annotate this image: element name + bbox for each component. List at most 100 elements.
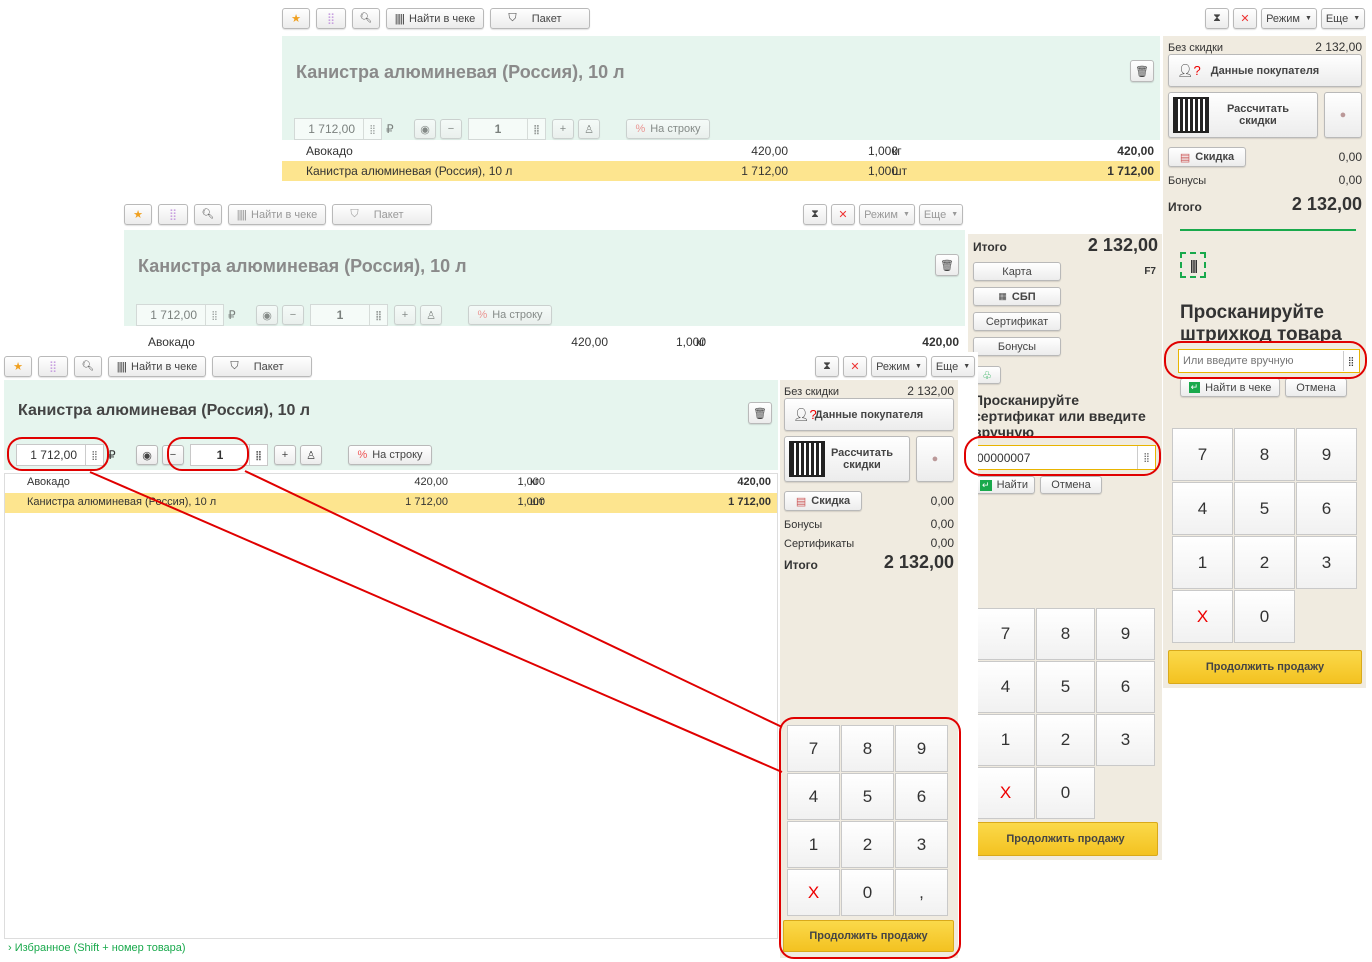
delete-button[interactable]: 🗑︎ [935,254,959,276]
find-in-receipt-button[interactable]: ||||| Найти в чеке [386,8,484,29]
more-button[interactable]: Еще ▼ [1321,8,1365,29]
receipt-row[interactable]: Авокадо 420,00 1,000 кг 420,00 [282,141,1160,161]
keypad-key-2[interactable]: 2 [841,821,894,868]
receipt-row[interactable]: Авокадо 420,00 1,000 кг 420,00 [124,332,965,352]
decrease-button[interactable]: − [162,445,184,465]
barcode-input[interactable] [1178,349,1360,373]
price-input[interactable]: 1 712,00 ⣿ [136,304,224,326]
package-button[interactable]: ⛉ Пакет [212,356,312,377]
search-button[interactable]: 🔍︎ [194,204,222,225]
keypad-key-7[interactable]: 7 [1172,428,1233,481]
keypad-key-clear[interactable]: X [787,869,840,916]
mode-button[interactable]: Режим ▼ [871,356,927,377]
manual-discount-button[interactable]: ● [916,436,954,482]
certificate-input[interactable]: 00000007 ⣿ [970,445,1156,470]
calc-discounts-button[interactable]: Рассчитать скидки [1168,92,1318,138]
keyboard-icon[interactable]: ⣿ [1137,446,1155,469]
mode-button[interactable]: Режим ▼ [1261,8,1317,29]
keypad-key-5[interactable]: 5 [1234,482,1295,535]
receipt-row[interactable]: Авокадо 420,00 1,000 кг 420,00 [5,473,777,493]
close-receipt-button[interactable]: ✕ [843,356,867,377]
close-receipt-button[interactable]: ✕ [1233,8,1257,29]
price-input[interactable]: 1 712,00 ⣿ [294,118,382,140]
catalog-button[interactable]: ⣿ [316,8,346,29]
discount-button[interactable]: ▤ Скидка [784,491,862,511]
continue-sale-button[interactable]: Продолжить продажу [1168,650,1362,684]
manual-discount-button[interactable]: ● [1324,92,1362,138]
keypad-key-8[interactable]: 8 [841,725,894,772]
card-payment-button[interactable]: Карта [973,262,1061,281]
keypad-key-5[interactable]: 5 [1036,661,1095,713]
mode-button[interactable]: Режим ▼ [859,204,915,225]
increase-button[interactable]: + [274,445,296,465]
buyer-data-button[interactable]: 👤︎? Данные покупателя [784,398,954,431]
keypad-key-0[interactable]: 0 [841,869,894,916]
delete-button[interactable]: 🗑︎ [748,402,772,424]
keyboard-icon[interactable]: ⣿ [249,445,267,465]
keyboard-icon[interactable]: ⣿ [527,119,545,139]
favorites-button[interactable]: ★ [282,8,310,29]
keypad-key-1[interactable]: 1 [787,821,840,868]
receipt-row[interactable]: Канистра алюминевая (Россия), 10 л 1 712,… [5,493,777,513]
keypad-key-comma[interactable]: , [895,869,948,916]
keyboard-icon[interactable]: ⣿ [85,445,103,465]
package-button[interactable]: ⛉ Пакет [332,204,432,225]
increase-button[interactable]: + [552,119,574,139]
catalog-button[interactable]: ⣿ [38,356,68,377]
decrease-button[interactable]: − [440,119,462,139]
favorites-button[interactable]: ★ [4,356,32,377]
catalog-button[interactable]: ⣿ [158,204,188,225]
search-button[interactable]: 🔍︎ [352,8,380,29]
more-button[interactable]: Еще ▼ [919,204,963,225]
sbp-payment-button[interactable]: ▦ СБП [973,287,1061,306]
favorites-button[interactable]: ★ [124,204,152,225]
continue-sale-button[interactable]: Продолжить продажу [973,822,1158,856]
keypad-key-8[interactable]: 8 [1036,608,1095,660]
keypad-key-1[interactable]: 1 [1172,536,1233,589]
keypad-key-2[interactable]: 2 [1234,536,1295,589]
delete-button[interactable]: 🗑︎ [1130,60,1154,82]
keypad-key-8[interactable]: 8 [1234,428,1295,481]
per-line-discount-button[interactable]: % На строку [626,119,710,139]
keypad-key-6[interactable]: 6 [895,773,948,820]
stamp-button[interactable]: ♙ [578,119,600,139]
keypad-key-3[interactable]: 3 [895,821,948,868]
find-in-receipt-scan-button[interactable]: ↵ Найти в чеке [1180,378,1280,397]
keypad-key-6[interactable]: 6 [1096,661,1155,713]
calc-discounts-button[interactable]: Рассчитать скидки [784,436,910,482]
hourglass-button[interactable]: ⧗ [1205,8,1229,29]
keypad-key-9[interactable]: 9 [1096,608,1155,660]
close-receipt-button[interactable]: ✕ [831,204,855,225]
stamp-button[interactable]: ♙ [300,445,322,465]
favorites-link[interactable]: › Избранное (Shift + номер товара) [8,942,308,956]
keypad-key-7[interactable]: 7 [787,725,840,772]
per-line-discount-button[interactable]: % На строку [348,445,432,465]
keypad-key-4[interactable]: 4 [1172,482,1233,535]
quantity-input[interactable]: 1 ⣿ [190,444,268,466]
discount-button[interactable]: ▤ Скидка [1168,147,1246,167]
favorites-label[interactable]: Избранное (Shift + номер товара) [15,942,186,954]
buyer-data-button[interactable]: 👤︎? Данные покупателя [1168,54,1362,87]
keypad-key-9[interactable]: 9 [895,725,948,772]
more-button[interactable]: Еще ▼ [931,356,975,377]
keypad-key-5[interactable]: 5 [841,773,894,820]
keypad-key-4[interactable]: 4 [976,661,1035,713]
stamp-button[interactable]: ♙ [420,305,442,325]
keyboard-icon[interactable]: ⣿ [1343,351,1358,371]
certificate-payment-button[interactable]: Сертификат [973,312,1061,331]
keypad-key-0[interactable]: 0 [1234,590,1295,643]
quantity-input[interactable]: 1 ⣿ [468,118,546,140]
keypad-key-0[interactable]: 0 [1036,767,1095,819]
bonuses-payment-button[interactable]: Бонусы [973,337,1061,356]
keypad-key-7[interactable]: 7 [976,608,1035,660]
visibility-button[interactable]: ◉ [414,119,436,139]
receipt-row[interactable]: Канистра алюминевая (Россия), 10 л 1 712,… [282,161,1160,181]
increase-button[interactable]: + [394,305,416,325]
cancel-certificate-button[interactable]: Отмена [1040,476,1102,494]
cancel-scan-button[interactable]: Отмена [1285,378,1347,397]
search-button[interactable]: 🔍︎ [74,356,102,377]
keyboard-icon[interactable]: ⣿ [369,305,387,325]
keyboard-icon[interactable]: ⣿ [363,119,381,139]
keypad-key-clear[interactable]: X [1172,590,1233,643]
hourglass-button[interactable]: ⧗ [815,356,839,377]
